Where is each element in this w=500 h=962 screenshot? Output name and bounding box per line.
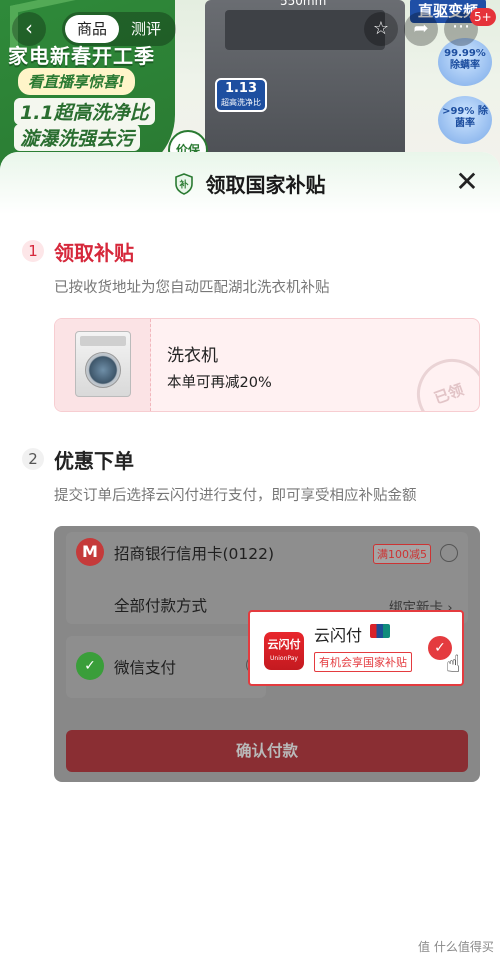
top-tabs: 商品 测评: [62, 12, 177, 46]
promo-slogan-1: 1.1超高洗净比: [14, 98, 155, 125]
close-icon: ✕: [455, 165, 479, 198]
washer-control-panel: [80, 336, 126, 346]
germ-removal-badge: >99% 除菌率: [438, 96, 492, 144]
subsidy-discount-text: 本单可再减20%: [167, 375, 272, 391]
step-1-description: 已按收货地址为您自动匹配湖北洗衣机补贴: [54, 280, 330, 296]
step-2-title: 优惠下单: [54, 449, 134, 473]
yunshanfu-label: 云闪付: [314, 626, 363, 645]
wash-ratio-value: 1.13: [224, 81, 258, 96]
payment-option-wechat: ✓ 微信支付: [66, 636, 266, 698]
subsidy-chance-tag: 有机会享国家补贴: [314, 652, 412, 672]
washer-thumbnail: [55, 319, 151, 411]
washer-lid: [225, 10, 385, 50]
bank-card-name: 招商银行信用卡(0122): [114, 545, 275, 563]
tab-review[interactable]: 测评: [119, 15, 173, 43]
washer-door: [85, 352, 121, 388]
more-icon: ⋯: [452, 16, 470, 37]
step-1-title: 领取补贴: [54, 241, 134, 265]
chevron-left-icon: ‹: [25, 16, 33, 40]
shield-subsidy-icon: 补: [175, 172, 194, 195]
close-button[interactable]: ✕: [452, 168, 482, 198]
back-button[interactable]: ‹: [12, 12, 46, 46]
yunshanfu-logo-text: 云闪付: [267, 638, 301, 651]
share-button[interactable]: ➦: [404, 12, 438, 46]
live-stream-badge: 看直播享惊喜!: [18, 68, 135, 95]
pointing-hand-icon: ☝: [446, 650, 461, 678]
step-1-number: 1: [22, 240, 44, 262]
unionpay-option-highlight: 云闪付 UnionPay 云闪付 有机会享国家补贴 ✓ ☝: [248, 610, 464, 686]
promo-slogan-2: 漩瀑洗强去污: [14, 124, 141, 151]
unionpay-badge-icon: [370, 624, 390, 638]
bank-promo-tag: 满100减5: [373, 544, 431, 564]
bank-radio: [440, 544, 458, 562]
sheet-title: 领取国家补贴: [205, 173, 326, 197]
wechat-pay-label: 微信支付: [114, 659, 177, 677]
cmb-bank-logo-icon: M: [76, 538, 104, 566]
wechat-pay-icon: ✓: [76, 652, 104, 680]
sheet-title-row: 补 领取国家补贴: [0, 169, 500, 198]
step-2-number: 2: [22, 448, 44, 470]
share-icon: ➦: [413, 18, 429, 39]
subsidy-category-name: 洗衣机: [167, 346, 218, 366]
wash-ratio-label: 超高洗净比: [221, 98, 261, 107]
claimed-stamp: 已领: [407, 349, 479, 411]
wash-ratio-badge: 1.13 超高洗净比: [215, 78, 267, 112]
favorite-button[interactable]: ☆: [364, 12, 398, 46]
subsidy-bottom-sheet: 补 领取国家补贴 ✕ 1 领取补贴 已按收货地址为您自动匹配湖北洗衣机补贴 洗衣…: [0, 152, 500, 962]
subsidy-card[interactable]: 洗衣机 本单可再减20% 已领: [54, 318, 480, 412]
svg-text:补: 补: [179, 178, 189, 190]
tab-product[interactable]: 商品: [65, 15, 120, 43]
claimed-stamp-text: 已领: [431, 380, 467, 408]
yunshanfu-logo-sub: UnionPay: [270, 655, 298, 662]
dimension-label: 550mm: [280, 0, 327, 8]
star-icon: ☆: [372, 18, 390, 39]
washing-machine-icon: [75, 331, 131, 397]
step-2-description: 提交订单后选择云闪付进行支付，即可享受相应补贴金额: [54, 488, 417, 504]
yunshanfu-logo-icon: 云闪付 UnionPay: [264, 632, 304, 670]
confirm-payment-button: 确认付款: [66, 730, 468, 772]
payment-illustration: M 招商银行信用卡(0122) 满100减5 全部付款方式 绑定新卡 › ✓ 微…: [54, 526, 480, 782]
notification-count-badge: 5+: [470, 8, 496, 26]
all-payment-methods: 全部付款方式: [114, 597, 208, 615]
watermark: 值 什么值得买: [418, 940, 494, 954]
